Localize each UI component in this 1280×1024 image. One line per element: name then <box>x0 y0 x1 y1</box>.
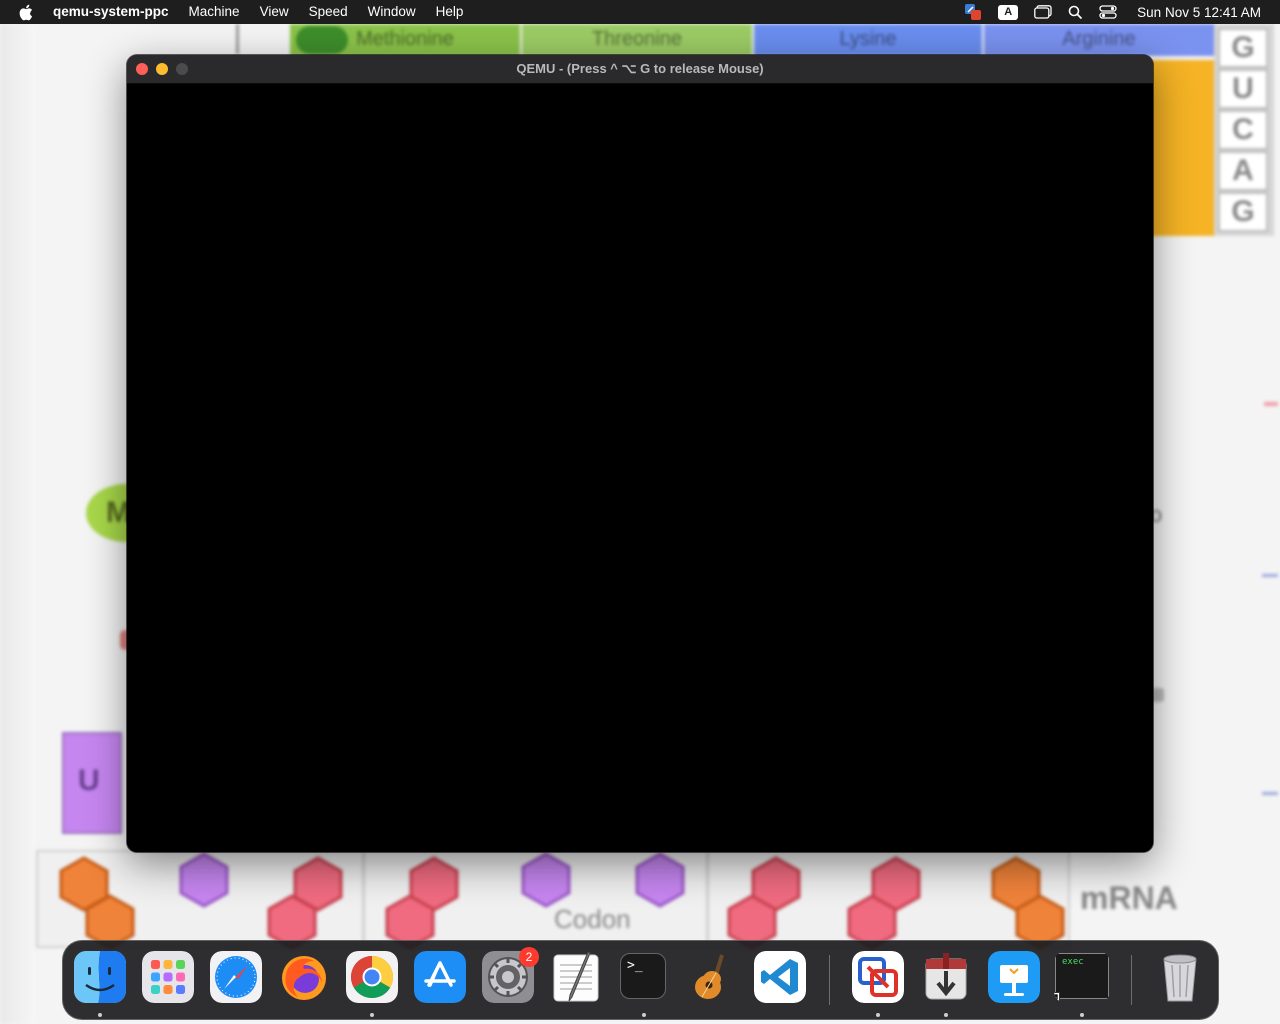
running-indicator <box>642 1013 646 1017</box>
window-title: QEMU - (Press ^ ⌥ G to release Mouse) <box>516 61 764 76</box>
dock-separator <box>829 955 830 1005</box>
running-indicator <box>370 1013 374 1017</box>
exec-icon[interactable]: exec <box>1054 951 1110 1003</box>
amino-acid-cell: Arginine <box>984 24 1214 56</box>
emulator-screen[interactable] <box>127 84 1153 852</box>
menu-view[interactable]: View <box>250 0 299 24</box>
u-block-label: U <box>78 764 100 797</box>
chrome-icon[interactable] <box>346 951 398 1003</box>
safari-icon[interactable] <box>210 951 262 1003</box>
input-source-a-icon[interactable]: A <box>998 4 1019 20</box>
amino-acid-label: Threonine <box>591 28 683 50</box>
mrna-label: mRNA <box>1080 880 1178 916</box>
orange-cell-block <box>1150 60 1214 236</box>
running-indicator <box>944 1013 948 1017</box>
base-cell: G <box>1218 192 1268 232</box>
window-titlebar[interactable]: QEMU - (Press ^ ⌥ G to release Mouse) <box>127 55 1153 84</box>
dock: 2 >_ exec <box>62 940 1219 1020</box>
search-icon[interactable] <box>1068 5 1083 20</box>
minimize-button[interactable] <box>156 63 168 75</box>
menu-help[interactable]: Help <box>426 0 474 24</box>
base-cell: G <box>1218 28 1268 68</box>
menu-bar: qemu-system-ppc Machine View Speed Windo… <box>0 0 1280 24</box>
exec-label: exec <box>1055 953 1109 999</box>
trash-icon[interactable] <box>1154 951 1206 1003</box>
amino-acid-cell: Threonine <box>522 24 752 56</box>
running-indicator <box>98 1013 102 1017</box>
codon-label: Codon <box>554 904 631 934</box>
running-indicator <box>876 1013 880 1017</box>
methionine-blob <box>296 26 348 54</box>
qemu-window[interactable]: QEMU - (Press ^ ⌥ G to release Mouse) <box>127 55 1153 852</box>
apple-menu-icon[interactable] <box>18 4 36 21</box>
menu-speed[interactable]: Speed <box>299 0 358 24</box>
launchpad-icon[interactable] <box>142 951 194 1003</box>
base-cell: A <box>1218 151 1268 191</box>
keynote-icon[interactable] <box>988 951 1040 1003</box>
menu-window[interactable]: Window <box>358 0 426 24</box>
menu-app-name[interactable]: qemu-system-ppc <box>53 0 179 24</box>
amino-acid-label: Methionine <box>356 28 454 50</box>
screen-mirroring-icon[interactable] <box>1034 5 1052 19</box>
amino-acid-cell: Lysine <box>754 24 982 56</box>
amino-acid-label: Arginine <box>1062 28 1136 50</box>
control-center-icon[interactable] <box>1099 5 1117 19</box>
textedit-icon[interactable] <box>550 951 602 1003</box>
garageband-icon[interactable] <box>686 951 738 1003</box>
menu-machine[interactable]: Machine <box>179 0 250 24</box>
notification-badge: 2 <box>519 947 539 967</box>
menubar-clock[interactable]: Sun Nov 5 12:41 AM <box>1137 5 1261 20</box>
amino-acid-label: Lysine <box>839 28 897 50</box>
installer-icon[interactable] <box>920 951 972 1003</box>
alias-arrow-icon <box>1054 991 1060 1003</box>
parallels-icon[interactable] <box>852 951 904 1003</box>
terminal-prompt: >_ <box>620 953 666 999</box>
base-cell: U <box>1218 69 1268 109</box>
u-block: U <box>62 732 122 834</box>
vscode-icon[interactable] <box>754 951 806 1003</box>
running-indicator <box>1080 1013 1084 1017</box>
dock-separator <box>1131 955 1132 1005</box>
base-cell: C <box>1218 110 1268 150</box>
terminal-icon[interactable]: >_ <box>618 951 670 1003</box>
close-button[interactable] <box>136 63 148 75</box>
zoom-button <box>176 63 188 75</box>
app-store-icon[interactable] <box>414 951 466 1003</box>
finder-icon[interactable] <box>74 951 126 1003</box>
firefox-icon[interactable] <box>278 951 330 1003</box>
keyboard-switch-icon[interactable] <box>964 3 982 21</box>
input-source-label: A <box>998 4 1019 20</box>
